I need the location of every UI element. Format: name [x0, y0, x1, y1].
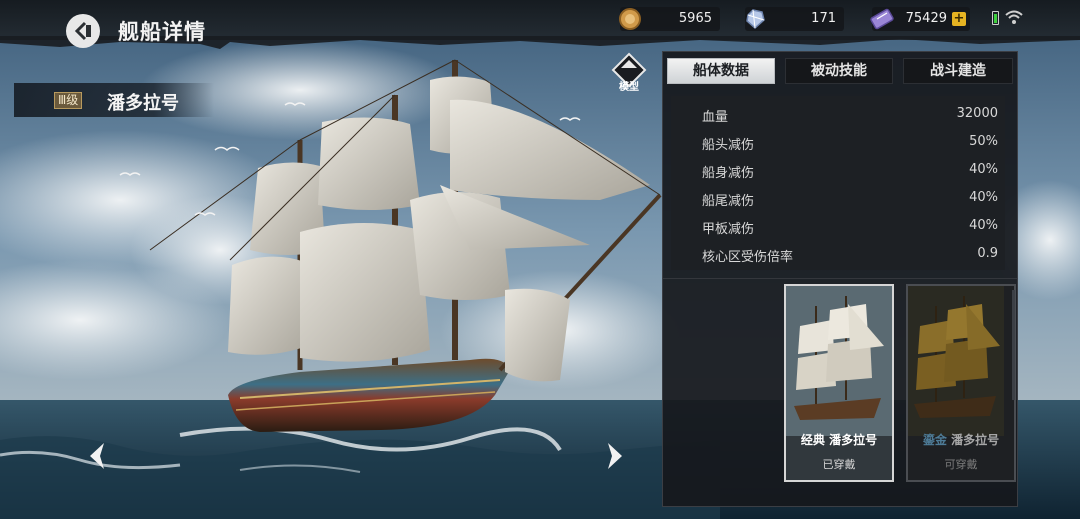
stat-label: 船头减伤 — [702, 138, 755, 153]
add-tickets-button[interactable]: + — [952, 12, 966, 26]
diamonds-value: 171 — [811, 11, 836, 26]
diamonds-counter[interactable]: 171 — [745, 7, 844, 31]
model-view-label: 模型 — [619, 82, 639, 93]
tickets-value: 75429 — [905, 11, 947, 26]
skins-scrollbar[interactable] — [1012, 290, 1015, 400]
stats-table: 血量 32000 船头减伤 50% 船身减伤 40% 船尾减伤 40% 甲板减伤… — [671, 96, 1005, 270]
diamond-icon — [746, 9, 765, 29]
stat-label: 血量 — [702, 110, 729, 125]
skin-status: 可穿戴 — [944, 458, 978, 471]
coin-icon — [619, 8, 641, 30]
panel-divider — [663, 278, 1017, 279]
skin-ship-name: 潘多拉号 — [829, 433, 878, 447]
stat-value: 40% — [969, 190, 998, 205]
stat-row: 核心区受伤倍率 0.9 — [671, 240, 1005, 268]
battery-icon — [992, 11, 999, 25]
stat-row: 血量 32000 — [671, 100, 1005, 128]
classic-ship-thumbnail — [786, 286, 892, 436]
ticket-icon — [870, 8, 894, 30]
tier-badge: Ⅲ级 — [54, 92, 83, 109]
skin-status: 已穿戴 — [822, 458, 856, 471]
skin-prefix: 鎏金 — [922, 433, 947, 447]
stat-row: 甲板减伤 40% — [671, 212, 1005, 240]
ship-name-banner: Ⅲ级 潘多拉号 — [14, 83, 214, 117]
previous-ship-arrow-icon[interactable] — [86, 441, 108, 471]
coins-value: 5965 — [678, 11, 712, 26]
stat-label: 船身减伤 — [702, 166, 755, 181]
tickets-counter[interactable]: 75429 + — [870, 7, 970, 31]
stat-row: 船身减伤 40% — [671, 156, 1005, 184]
ship-detail-panel: 船体数据 被动技能 战斗建造 血量 32000 船头减伤 50% 船身减伤 40… — [662, 51, 1018, 507]
stat-label: 船尾减伤 — [702, 194, 755, 209]
page-title: 舰船详情 — [118, 20, 206, 44]
golden-ship-thumbnail — [908, 286, 1004, 436]
stat-value: 40% — [969, 218, 998, 233]
stat-value: 40% — [969, 162, 998, 177]
back-arrow-icon — [74, 21, 91, 41]
ship-name: 潘多拉号 — [107, 93, 179, 114]
stat-row: 船头减伤 50% — [671, 128, 1005, 156]
skin-name: 鎏金 潘多拉号 — [908, 431, 1014, 448]
back-button[interactable] — [66, 14, 100, 48]
skin-prefix: 经典 — [800, 433, 825, 447]
stat-value: 50% — [969, 134, 998, 149]
skin-ship-name: 潘多拉号 — [951, 433, 1000, 447]
stat-value: 32000 — [956, 106, 998, 121]
wifi-icon — [1005, 10, 1023, 24]
stat-row: 船尾减伤 40% — [671, 184, 1005, 212]
stat-label: 核心区受伤倍率 — [702, 250, 794, 265]
skin-card-classic[interactable]: 经典 潘多拉号 已穿戴 — [784, 284, 894, 482]
tab-hull-data[interactable]: 船体数据 — [667, 58, 775, 84]
next-ship-arrow-icon[interactable] — [604, 441, 626, 471]
coins-counter[interactable]: 5965 — [619, 7, 720, 31]
skin-card-golden[interactable]: 鎏金 潘多拉号 可穿戴 — [906, 284, 1016, 482]
tab-passive-skills[interactable]: 被动技能 — [785, 58, 893, 84]
skin-name: 经典 潘多拉号 — [786, 431, 892, 448]
tab-battle-build[interactable]: 战斗建造 — [903, 58, 1013, 84]
stat-value: 0.9 — [977, 246, 998, 261]
stat-label: 甲板减伤 — [702, 222, 755, 237]
